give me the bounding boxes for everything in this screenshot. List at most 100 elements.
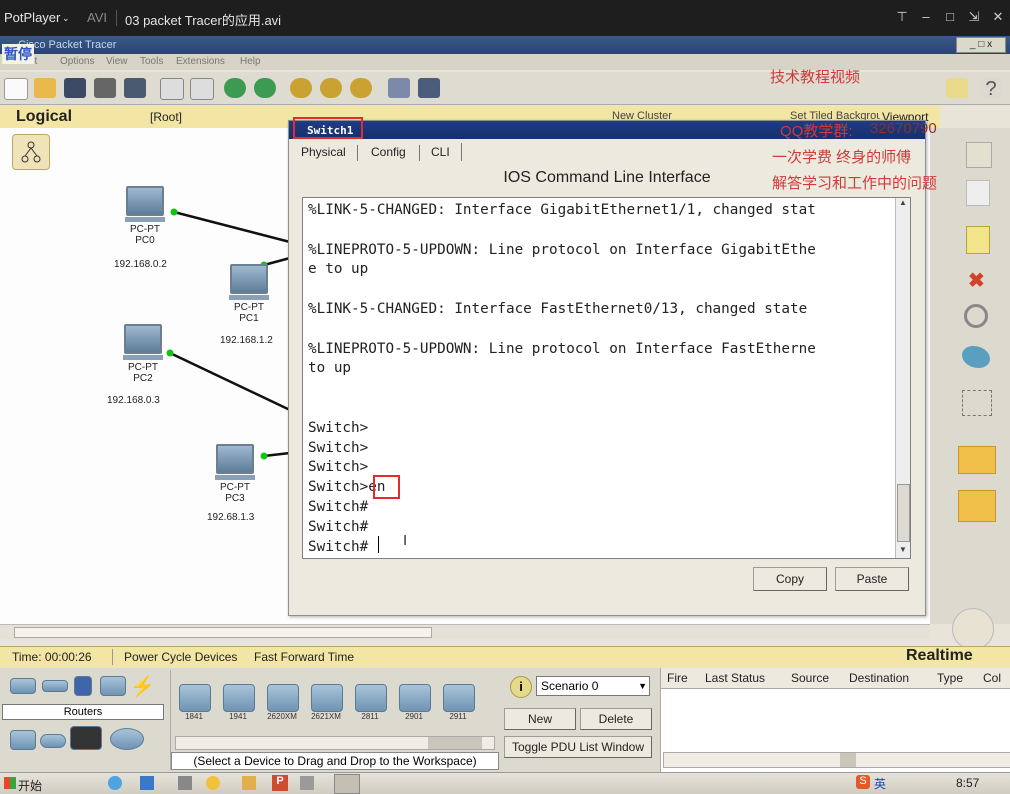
- power-cycle-button[interactable]: Power Cycle Devices: [124, 650, 237, 664]
- tab-config[interactable]: Config: [371, 145, 406, 159]
- cli-vscrollbar[interactable]: ▲ ▼: [895, 198, 910, 558]
- realtime-clock-icon[interactable]: [952, 608, 994, 650]
- explorer-icon[interactable]: [140, 776, 154, 790]
- inspect-tool-icon[interactable]: [964, 304, 988, 328]
- wireless-category-icon[interactable]: [100, 676, 126, 696]
- note-tool-icon[interactable]: [966, 226, 990, 254]
- router-2901-icon[interactable]: [399, 684, 431, 712]
- pdu-col-source[interactable]: Source: [791, 671, 829, 685]
- scroll-down-icon[interactable]: ▼: [897, 545, 909, 557]
- pdu-col-type[interactable]: Type: [937, 671, 963, 685]
- chevron-down-icon[interactable]: ⌄: [62, 13, 70, 24]
- wan-emulation-category-icon[interactable]: [40, 734, 66, 748]
- info-icon[interactable]: i: [510, 676, 532, 698]
- tab-physical[interactable]: Physical: [301, 145, 346, 159]
- qq-icon[interactable]: [206, 776, 220, 790]
- select-tool-icon[interactable]: [966, 142, 992, 168]
- undo-icon[interactable]: [224, 78, 246, 98]
- router-1841-icon[interactable]: [179, 684, 211, 712]
- delete-scenario-button[interactable]: Delete: [580, 708, 652, 730]
- resize-shape-icon[interactable]: [962, 390, 992, 416]
- move-tool-icon[interactable]: [966, 180, 990, 206]
- switch1-dialog[interactable]: Switch1 Physical Config CLI IOS Command …: [288, 117, 926, 616]
- multiuser-category-icon[interactable]: [110, 728, 144, 750]
- hub-category-icon[interactable]: [74, 676, 92, 696]
- ime-bar[interactable]: S 英: [854, 774, 914, 792]
- zoom-in-icon[interactable]: [290, 78, 312, 98]
- router-category-icon[interactable]: [10, 678, 36, 694]
- paste-button[interactable]: Paste: [835, 567, 909, 591]
- menu-help[interactable]: Help: [240, 56, 261, 67]
- wizard-icon[interactable]: [124, 78, 146, 98]
- close-icon[interactable]: ✕: [989, 9, 1007, 25]
- redo-icon[interactable]: [254, 78, 276, 98]
- copy-button[interactable]: Copy: [753, 567, 827, 591]
- pc1-device[interactable]: PC-PT PC1: [214, 264, 284, 324]
- custom-device-icon[interactable]: [418, 78, 440, 98]
- app-icon[interactable]: [178, 776, 192, 790]
- menu-view[interactable]: View: [106, 56, 128, 67]
- tab-cli[interactable]: CLI: [431, 145, 450, 159]
- copy-icon[interactable]: [160, 78, 184, 100]
- pt-window-controls[interactable]: _ □ x: [956, 37, 1006, 53]
- player-app-name[interactable]: PotPlayer: [4, 10, 60, 25]
- packet-tracer-task-button[interactable]: [334, 774, 360, 794]
- print-icon[interactable]: [94, 78, 116, 98]
- app-icon[interactable]: [300, 776, 314, 790]
- pc0-device[interactable]: PC-PT PC0: [110, 186, 180, 246]
- pdu-col-last-status[interactable]: Last Status: [705, 671, 765, 685]
- router-2620xm-icon[interactable]: [267, 684, 299, 712]
- add-simple-pdu-icon[interactable]: [958, 446, 996, 474]
- scroll-thumb[interactable]: [840, 753, 856, 767]
- save-icon[interactable]: [64, 78, 86, 98]
- new-scenario-button[interactable]: New: [504, 708, 576, 730]
- realtime-label[interactable]: Realtime: [906, 647, 973, 665]
- ie-icon[interactable]: [108, 776, 122, 790]
- zoom-out-icon[interactable]: [350, 78, 372, 98]
- router-2911-icon[interactable]: [443, 684, 475, 712]
- pdu-list-scrollbar[interactable]: [663, 752, 1010, 768]
- scenario-select[interactable]: Scenario 0 ▼: [536, 676, 650, 696]
- router-2811-icon[interactable]: [355, 684, 387, 712]
- minimize-icon[interactable]: –: [917, 9, 935, 24]
- connections-category-icon[interactable]: ⚡: [130, 674, 155, 699]
- workspace-hscrollbar[interactable]: [0, 624, 930, 639]
- new-file-icon[interactable]: [4, 78, 28, 100]
- fullscreen-icon[interactable]: ⇲: [965, 9, 983, 25]
- pc2-device[interactable]: PC-PT PC2: [108, 324, 178, 384]
- scroll-thumb[interactable]: [14, 627, 432, 638]
- router-2621xm-icon[interactable]: [311, 684, 343, 712]
- add-complex-pdu-icon[interactable]: [958, 490, 996, 522]
- fast-forward-button[interactable]: Fast Forward Time: [254, 650, 354, 664]
- scroll-thumb[interactable]: [897, 484, 910, 542]
- cli-terminal[interactable]: %LINK-5-CHANGED: Interface GigabitEthern…: [302, 197, 911, 559]
- activity-wizard-icon[interactable]: [946, 78, 968, 98]
- pdu-col-destination[interactable]: Destination: [849, 671, 909, 685]
- open-folder-icon[interactable]: [34, 78, 56, 98]
- zoom-reset-icon[interactable]: [320, 78, 342, 98]
- menu-extensions[interactable]: Extensions: [176, 56, 225, 67]
- paste-icon[interactable]: [190, 78, 214, 100]
- folder-icon[interactable]: [242, 776, 256, 790]
- pin-icon[interactable]: ⊤: [893, 9, 911, 25]
- maximize-icon[interactable]: □: [941, 9, 959, 24]
- palette-icon[interactable]: [388, 78, 410, 98]
- menu-options[interactable]: Options: [60, 56, 94, 67]
- device-list-scrollbar[interactable]: [175, 736, 495, 750]
- custom-devices-category-icon[interactable]: [70, 726, 102, 750]
- pc3-device[interactable]: PC-PT PC3: [200, 444, 270, 504]
- powerpoint-icon[interactable]: P: [272, 775, 288, 791]
- pdu-col-color[interactable]: Col: [983, 671, 1001, 685]
- start-button[interactable]: 开始: [2, 775, 46, 793]
- menu-tools[interactable]: Tools: [140, 56, 163, 67]
- logical-label[interactable]: Logical: [16, 108, 72, 126]
- draw-shape-icon[interactable]: [962, 346, 990, 368]
- scroll-thumb[interactable]: [428, 737, 482, 749]
- scroll-up-icon[interactable]: ▲: [897, 198, 909, 210]
- switch-category-icon[interactable]: [42, 680, 68, 692]
- toggle-pdu-list-button[interactable]: Toggle PDU List Window: [504, 736, 652, 758]
- end-devices-category-icon[interactable]: [10, 730, 36, 750]
- router-1941-icon[interactable]: [223, 684, 255, 712]
- pdu-col-fire[interactable]: Fire: [667, 671, 688, 685]
- delete-tool-icon[interactable]: ✖: [968, 268, 985, 293]
